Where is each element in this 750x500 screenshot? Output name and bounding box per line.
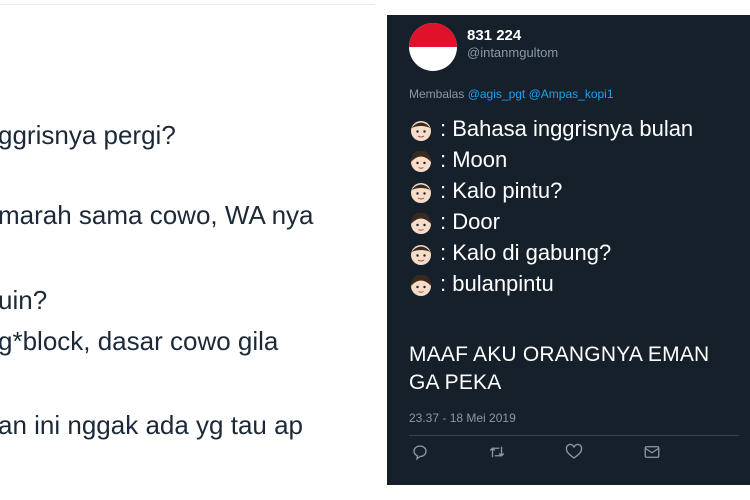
retweet-icon[interactable] xyxy=(488,443,506,461)
reply-icon[interactable] xyxy=(411,443,429,461)
girl-face-emoji-icon xyxy=(411,274,431,296)
punchline-line: MAAF AKU ORANGNYA EMAN xyxy=(409,343,710,366)
tweet-timestamp[interactable]: 23.37 - 18 Mei 2019 xyxy=(409,411,516,425)
conversation-text: : bulanpintu xyxy=(440,271,554,296)
conversation-text: : Moon xyxy=(440,147,508,172)
tweet-text-line: ggrisnya pergi? xyxy=(0,120,176,150)
boy-face-emoji-icon xyxy=(411,121,431,141)
boy-face-emoji-icon xyxy=(411,245,431,265)
dark-tweet-card: 831 224 @intanmgultom Membalas @agis_pgt… xyxy=(387,15,750,485)
conversation-text: : Kalo di gabung? xyxy=(440,240,612,265)
share-icon[interactable] xyxy=(643,443,661,461)
display-name[interactable]: 831 224 xyxy=(467,27,521,44)
reply-context: Membalas @agis_pgt @Ampas_kopi1 xyxy=(409,87,614,101)
separator xyxy=(409,435,739,436)
conversation-text: : Door xyxy=(440,209,500,234)
punchline-line: GA PEKA xyxy=(409,371,502,394)
tweet-text-line: uin? xyxy=(0,285,48,315)
mention-link[interactable]: @agis_pgt xyxy=(468,87,526,101)
user-handle[interactable]: @intanmgultom xyxy=(467,45,558,60)
flag-red-half xyxy=(409,23,457,47)
conversation-text: : Bahasa inggrisnya bulan xyxy=(440,116,694,141)
girl-face-emoji-icon xyxy=(411,150,431,172)
reply-prefix: Membalas xyxy=(409,87,465,101)
tweet-text-line: an ini nggak ada yg tau ap xyxy=(0,410,304,440)
avatar[interactable] xyxy=(409,23,457,71)
conversation-text: : Kalo pintu? xyxy=(440,178,563,203)
girl-face-emoji-icon xyxy=(411,212,431,234)
left-tweet-crop: ggrisnya pergi? marah sama cowo, WA nya … xyxy=(0,0,375,500)
mention-link[interactable]: @Ampas_kopi1 xyxy=(529,87,614,101)
tweet-text-line: g*block, dasar cowo gila xyxy=(0,326,279,356)
tweet-text-line: marah sama cowo, WA nya xyxy=(0,200,314,230)
boy-face-emoji-icon xyxy=(411,183,431,203)
like-icon[interactable] xyxy=(565,443,583,461)
collage-divider xyxy=(375,0,387,500)
top-border xyxy=(0,4,375,5)
